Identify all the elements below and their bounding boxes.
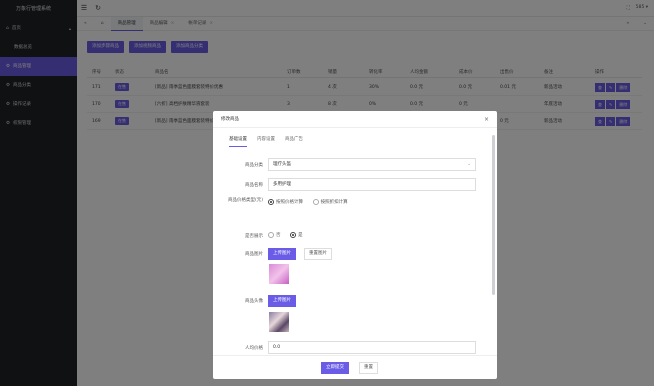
show-radio-group: 否 是	[268, 232, 311, 240]
product-name-label: 商品名称	[245, 183, 263, 188]
price-value: 0.0	[273, 345, 281, 350]
upload-image-button[interactable]: 上传图片	[268, 248, 296, 260]
radio-label: 否	[276, 233, 281, 238]
reset-button[interactable]: 重置	[359, 362, 378, 374]
price-label: 人均价格	[245, 346, 263, 351]
radio-unselected-icon	[268, 232, 274, 238]
price-type-radio-group: 按照价格计算 按照折扣计算	[268, 199, 356, 207]
radio-label: 按照价格计算	[276, 200, 303, 205]
radio-label: 是	[298, 233, 303, 238]
category-label: 商品分类	[245, 163, 263, 168]
radio-discount[interactable]: 按照折扣计算	[312, 199, 348, 205]
submit-button[interactable]: 立即提交	[321, 362, 349, 374]
close-icon[interactable]: ×	[484, 111, 489, 128]
upload-avatar-button[interactable]: 上传图片	[268, 295, 296, 307]
category-select[interactable]: 理疗头盔 ⌄	[268, 158, 476, 171]
edit-product-dialog: 修改商品 × 基础设置 内容设置 商品广告 商品分类 理疗头盔 ⌄ 商品名称 多…	[213, 111, 497, 379]
radio-price[interactable]: 按照价格计算	[268, 199, 303, 205]
radio-no[interactable]: 否	[268, 232, 281, 238]
reset-image-button[interactable]: 重置图片	[304, 248, 332, 260]
radio-label: 按照折扣计算	[320, 200, 348, 205]
category-value: 理疗头盔	[273, 162, 291, 167]
dialog-title: 修改商品	[213, 111, 497, 128]
dialog-footer: 立即提交 重置	[213, 355, 497, 379]
radio-selected-icon	[268, 199, 274, 205]
product-name-field[interactable]: 多用护理	[268, 178, 476, 191]
dialog-tabs: 基础设置 内容设置 商品广告	[229, 136, 303, 147]
radio-unselected-icon	[312, 199, 319, 205]
show-label: 是否展示	[245, 234, 263, 239]
tab-product-ads[interactable]: 商品广告	[285, 136, 303, 147]
dialog-scrollbar[interactable]	[492, 135, 495, 295]
radio-yes[interactable]: 是	[290, 232, 303, 238]
price-field[interactable]: 0.0	[268, 341, 476, 354]
product-avatar-thumbnail	[269, 312, 289, 332]
product-image-thumbnail	[269, 264, 289, 284]
product-name-value: 多用护理	[273, 182, 291, 187]
avatar-label: 商品头像	[245, 299, 263, 304]
tab-basic-settings[interactable]: 基础设置	[229, 136, 247, 147]
chevron-down-icon: ⌄	[467, 162, 471, 167]
radio-selected-icon	[290, 232, 297, 238]
tab-content-settings[interactable]: 内容设置	[257, 136, 275, 147]
image-label: 商品图片	[245, 252, 263, 257]
price-type-label: 商品价格类型(元)	[227, 198, 263, 203]
